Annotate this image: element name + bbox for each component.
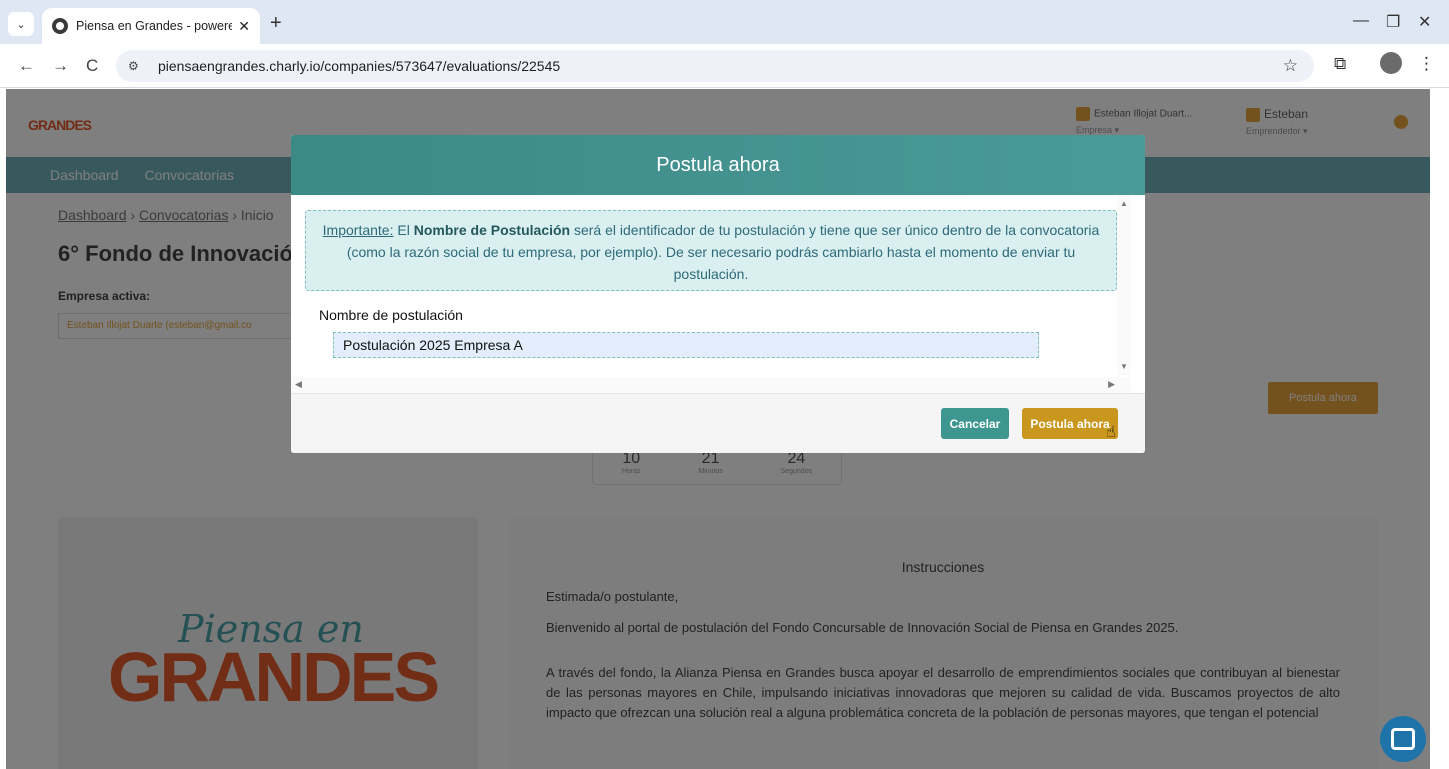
back-icon[interactable]: ← <box>18 56 35 76</box>
notice-prefix: Importante: <box>322 222 394 238</box>
scroll-left-icon[interactable]: ◀ <box>295 379 302 390</box>
restore-button[interactable]: ❐ <box>1386 12 1400 32</box>
profile-avatar[interactable] <box>1380 52 1402 74</box>
forward-icon[interactable]: → <box>52 56 69 76</box>
hand-cursor-icon: ☝ <box>1106 424 1116 441</box>
extensions-icon[interactable]: ⧉ <box>1334 54 1346 74</box>
tab-close-icon[interactable]: ✕ <box>238 18 250 35</box>
chat-support-button[interactable] <box>1380 716 1426 762</box>
scroll-down-icon[interactable]: ▼ <box>1120 362 1128 371</box>
tab-search-button[interactable]: ⌄ <box>8 12 34 36</box>
browser-menu-icon[interactable]: ⋮ <box>1418 54 1435 74</box>
tab-title: Piensa en Grandes - powered b <box>76 19 233 33</box>
bookmark-star-icon[interactable]: ☆ <box>1283 56 1298 76</box>
notice-text: El <box>393 222 414 238</box>
browser-tab-bar: ⌄ Piensa en Grandes - powered b ✕ + — ❐ … <box>0 0 1449 44</box>
browser-address-bar: ← → C ⚙ piensaengrandes.charly.io/compan… <box>0 44 1449 88</box>
modal-body: Importante: El Nombre de Postulación ser… <box>291 195 1145 393</box>
modal-footer: Cancelar Postula ahora <box>291 393 1145 453</box>
important-notice: Importante: El Nombre de Postulación ser… <box>305 210 1117 291</box>
minimize-button[interactable]: — <box>1353 12 1369 30</box>
url-bar[interactable]: ⚙ piensaengrandes.charly.io/companies/57… <box>116 50 1314 82</box>
scroll-right-icon[interactable]: ▶ <box>1108 379 1115 390</box>
reload-icon[interactable]: C <box>86 56 98 76</box>
scroll-up-icon[interactable]: ▲ <box>1120 199 1128 208</box>
notice-bold: Nombre de Postulación <box>413 222 571 238</box>
vertical-scrollbar[interactable]: ▲ ▼ <box>1117 195 1131 375</box>
modal-title: Postula ahora <box>291 135 1145 195</box>
site-favicon-icon <box>52 18 68 34</box>
field-label: Nombre de postulación <box>319 307 463 323</box>
url-text[interactable]: piensaengrandes.charly.io/companies/5736… <box>158 58 560 74</box>
new-tab-button[interactable]: + <box>270 12 282 35</box>
site-info-icon[interactable]: ⚙ <box>128 59 148 73</box>
horizontal-scrollbar[interactable]: ◀ ▶ <box>291 377 1131 393</box>
postula-modal: Postula ahora Importante: El Nombre de P… <box>291 135 1145 453</box>
application-name-input[interactable] <box>333 332 1039 358</box>
postula-ahora-button[interactable]: Postula ahora <box>1022 408 1118 439</box>
close-window-button[interactable]: ✕ <box>1418 12 1431 32</box>
browser-tab[interactable]: Piensa en Grandes - powered b ✕ <box>42 8 260 44</box>
cancel-button[interactable]: Cancelar <box>941 408 1009 439</box>
